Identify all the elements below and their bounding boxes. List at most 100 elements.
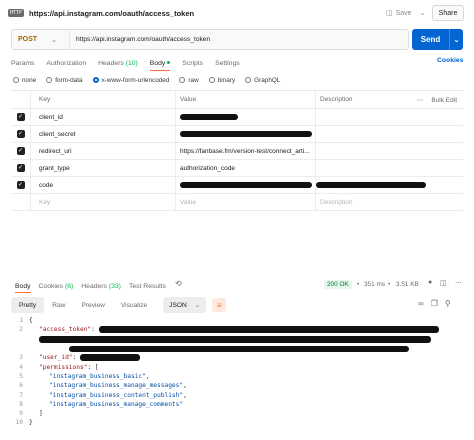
chevron-down-icon[interactable]: ⌄ bbox=[420, 9, 426, 17]
checkbox[interactable]: ✓ bbox=[16, 130, 25, 138]
radio-icon bbox=[13, 77, 19, 83]
row-value[interactable]: https://fanbase.fm/version-test/connect_… bbox=[176, 143, 316, 159]
params-table: Key Value Description ⋯ Bulk Edit ✓ clien… bbox=[11, 90, 463, 211]
radio-form-data[interactable]: form-data bbox=[46, 77, 83, 84]
row-key[interactable]: code bbox=[31, 177, 176, 193]
response-time[interactable]: 351 ms bbox=[364, 281, 385, 288]
tab-test-results[interactable]: Test Results bbox=[129, 283, 166, 290]
tab-response-cookies[interactable]: Cookies (6) bbox=[39, 283, 74, 290]
radio-binary[interactable]: binary bbox=[208, 76, 236, 84]
radio-label: none bbox=[22, 76, 37, 84]
row-key[interactable]: client_secret bbox=[31, 126, 176, 142]
wrap-lines-icon[interactable]: ≡ bbox=[212, 298, 227, 312]
code-line: 6 "instagram_business_manage_messages", bbox=[11, 381, 463, 390]
radio-label: binary bbox=[217, 76, 236, 84]
radio-graphql[interactable]: GraphQL bbox=[245, 77, 280, 84]
tab-body-label: Body bbox=[149, 59, 166, 67]
code-line: 5 "instagram_business_basic", bbox=[11, 372, 463, 381]
row-value[interactable] bbox=[176, 109, 316, 125]
globe-icon[interactable]: ● bbox=[428, 279, 432, 286]
send-button[interactable]: Send ⌄ bbox=[412, 29, 463, 50]
row-key[interactable]: client_id bbox=[31, 109, 176, 125]
new-description-input[interactable]: Description bbox=[316, 194, 463, 210]
radio-label: GraphQL bbox=[254, 76, 281, 84]
checkbox[interactable]: ✓ bbox=[16, 147, 25, 155]
row-description[interactable] bbox=[316, 126, 463, 142]
format-select[interactable]: JSON ⌄ bbox=[163, 297, 207, 313]
redaction-mark bbox=[80, 354, 141, 362]
tab-cookies-label: Cookies bbox=[38, 282, 64, 290]
bulk-edit-link[interactable]: Bulk Edit bbox=[431, 97, 457, 104]
response-tabs: Body Cookies (6) Headers (33) Test Resul… bbox=[15, 280, 174, 293]
json-key: "permissions" bbox=[39, 363, 88, 371]
response-size[interactable]: 3.51 KB bbox=[396, 281, 419, 288]
row-description[interactable] bbox=[316, 109, 463, 125]
response-code-view[interactable]: 1 { 2 "access_token": 3 "user_id": 4 "pe… bbox=[11, 316, 463, 428]
cookies-link[interactable]: Cookies bbox=[437, 57, 463, 64]
row-value[interactable] bbox=[176, 177, 316, 193]
request-title[interactable]: https://api.instagram.com/oauth/access_t… bbox=[29, 9, 194, 18]
row-description[interactable] bbox=[316, 160, 463, 176]
method-select[interactable]: POST ⌄ bbox=[12, 30, 70, 49]
checkbox[interactable]: ✓ bbox=[16, 164, 25, 172]
request-tabs: Params Authorization Headers (10) Body S… bbox=[11, 57, 252, 71]
save-response-icon[interactable]: ◫ bbox=[440, 279, 447, 287]
more-icon[interactable]: ⋯ bbox=[417, 97, 424, 104]
json-key: "user_id" bbox=[39, 354, 73, 362]
row-value[interactable]: authorization_code bbox=[176, 160, 316, 176]
row-checkbox-cell: ✓ bbox=[11, 126, 31, 142]
row-key[interactable]: redirect_uri bbox=[31, 143, 176, 159]
radio-raw[interactable]: raw bbox=[179, 77, 199, 84]
radio-none[interactable]: none bbox=[13, 77, 36, 84]
url-input[interactable] bbox=[70, 36, 400, 43]
row-value[interactable] bbox=[176, 126, 316, 142]
code-text: } bbox=[29, 419, 33, 427]
status-badge[interactable]: 200 OK bbox=[324, 280, 352, 289]
checkbox[interactable]: ✓ bbox=[16, 113, 25, 121]
body-type-group: none form-data x-www-form-urlencoded raw… bbox=[13, 75, 290, 85]
checkbox[interactable]: ✓ bbox=[16, 181, 25, 189]
history-icon[interactable]: ⟲ bbox=[175, 279, 182, 288]
row-checkbox-cell: ✓ bbox=[11, 177, 31, 193]
save-button[interactable]: ◫ Save ⌄ bbox=[386, 6, 425, 20]
link-icon[interactable]: ∞ bbox=[418, 299, 424, 308]
request-bar: POST ⌄ bbox=[11, 29, 409, 50]
modified-dot-icon bbox=[167, 61, 171, 65]
tab-headers[interactable]: Headers (10) bbox=[98, 60, 138, 67]
row-description[interactable] bbox=[316, 143, 463, 159]
copy-icon[interactable]: ❐ bbox=[431, 299, 438, 308]
line-number: 2 bbox=[19, 326, 23, 334]
view-pretty[interactable]: Pretty bbox=[11, 297, 45, 313]
tab-body[interactable]: Body bbox=[149, 59, 171, 71]
row-description[interactable] bbox=[316, 177, 463, 193]
line-number: 6 bbox=[19, 382, 23, 390]
tab-settings[interactable]: Settings bbox=[215, 60, 240, 67]
view-preview[interactable]: Preview bbox=[73, 297, 112, 313]
chevron-down-icon[interactable]: ⌄ bbox=[449, 29, 463, 50]
view-visualize[interactable]: Visualize bbox=[113, 297, 155, 313]
new-value-input[interactable]: Value bbox=[176, 194, 316, 210]
header-key: Key bbox=[31, 91, 176, 108]
code-line-continuation bbox=[11, 335, 463, 344]
radio-urlencoded[interactable]: x-www-form-urlencoded bbox=[92, 77, 169, 84]
table-row-empty: Key Value Description bbox=[11, 194, 463, 211]
tab-authorization[interactable]: Authorization bbox=[46, 60, 86, 67]
code-line: 8 "instagram_business_manage_comments" bbox=[11, 400, 463, 409]
view-raw[interactable]: Raw bbox=[44, 297, 73, 313]
search-icon[interactable]: ⚲ bbox=[445, 299, 451, 308]
new-key-input[interactable]: Key bbox=[31, 194, 176, 210]
tab-response-body[interactable]: Body bbox=[15, 283, 31, 293]
tab-scripts[interactable]: Scripts bbox=[182, 60, 203, 67]
row-key[interactable]: grant_type bbox=[31, 160, 176, 176]
code-line-continuation bbox=[11, 344, 463, 353]
code-line: 1 { bbox=[11, 316, 463, 325]
more-icon[interactable]: ⋯ bbox=[455, 279, 462, 287]
tab-params[interactable]: Params bbox=[11, 60, 34, 67]
json-string: "instagram_business_content_publish" bbox=[49, 391, 184, 399]
code-text: "access_token": bbox=[29, 326, 95, 333]
tab-response-headers[interactable]: Headers (33) bbox=[81, 283, 121, 290]
share-button[interactable]: Share bbox=[432, 5, 464, 21]
code-text: "instagram_business_content_publish", bbox=[29, 392, 187, 399]
table-header: Key Value Description ⋯ Bulk Edit bbox=[11, 91, 463, 109]
tab-headers-label: Headers bbox=[98, 59, 124, 67]
